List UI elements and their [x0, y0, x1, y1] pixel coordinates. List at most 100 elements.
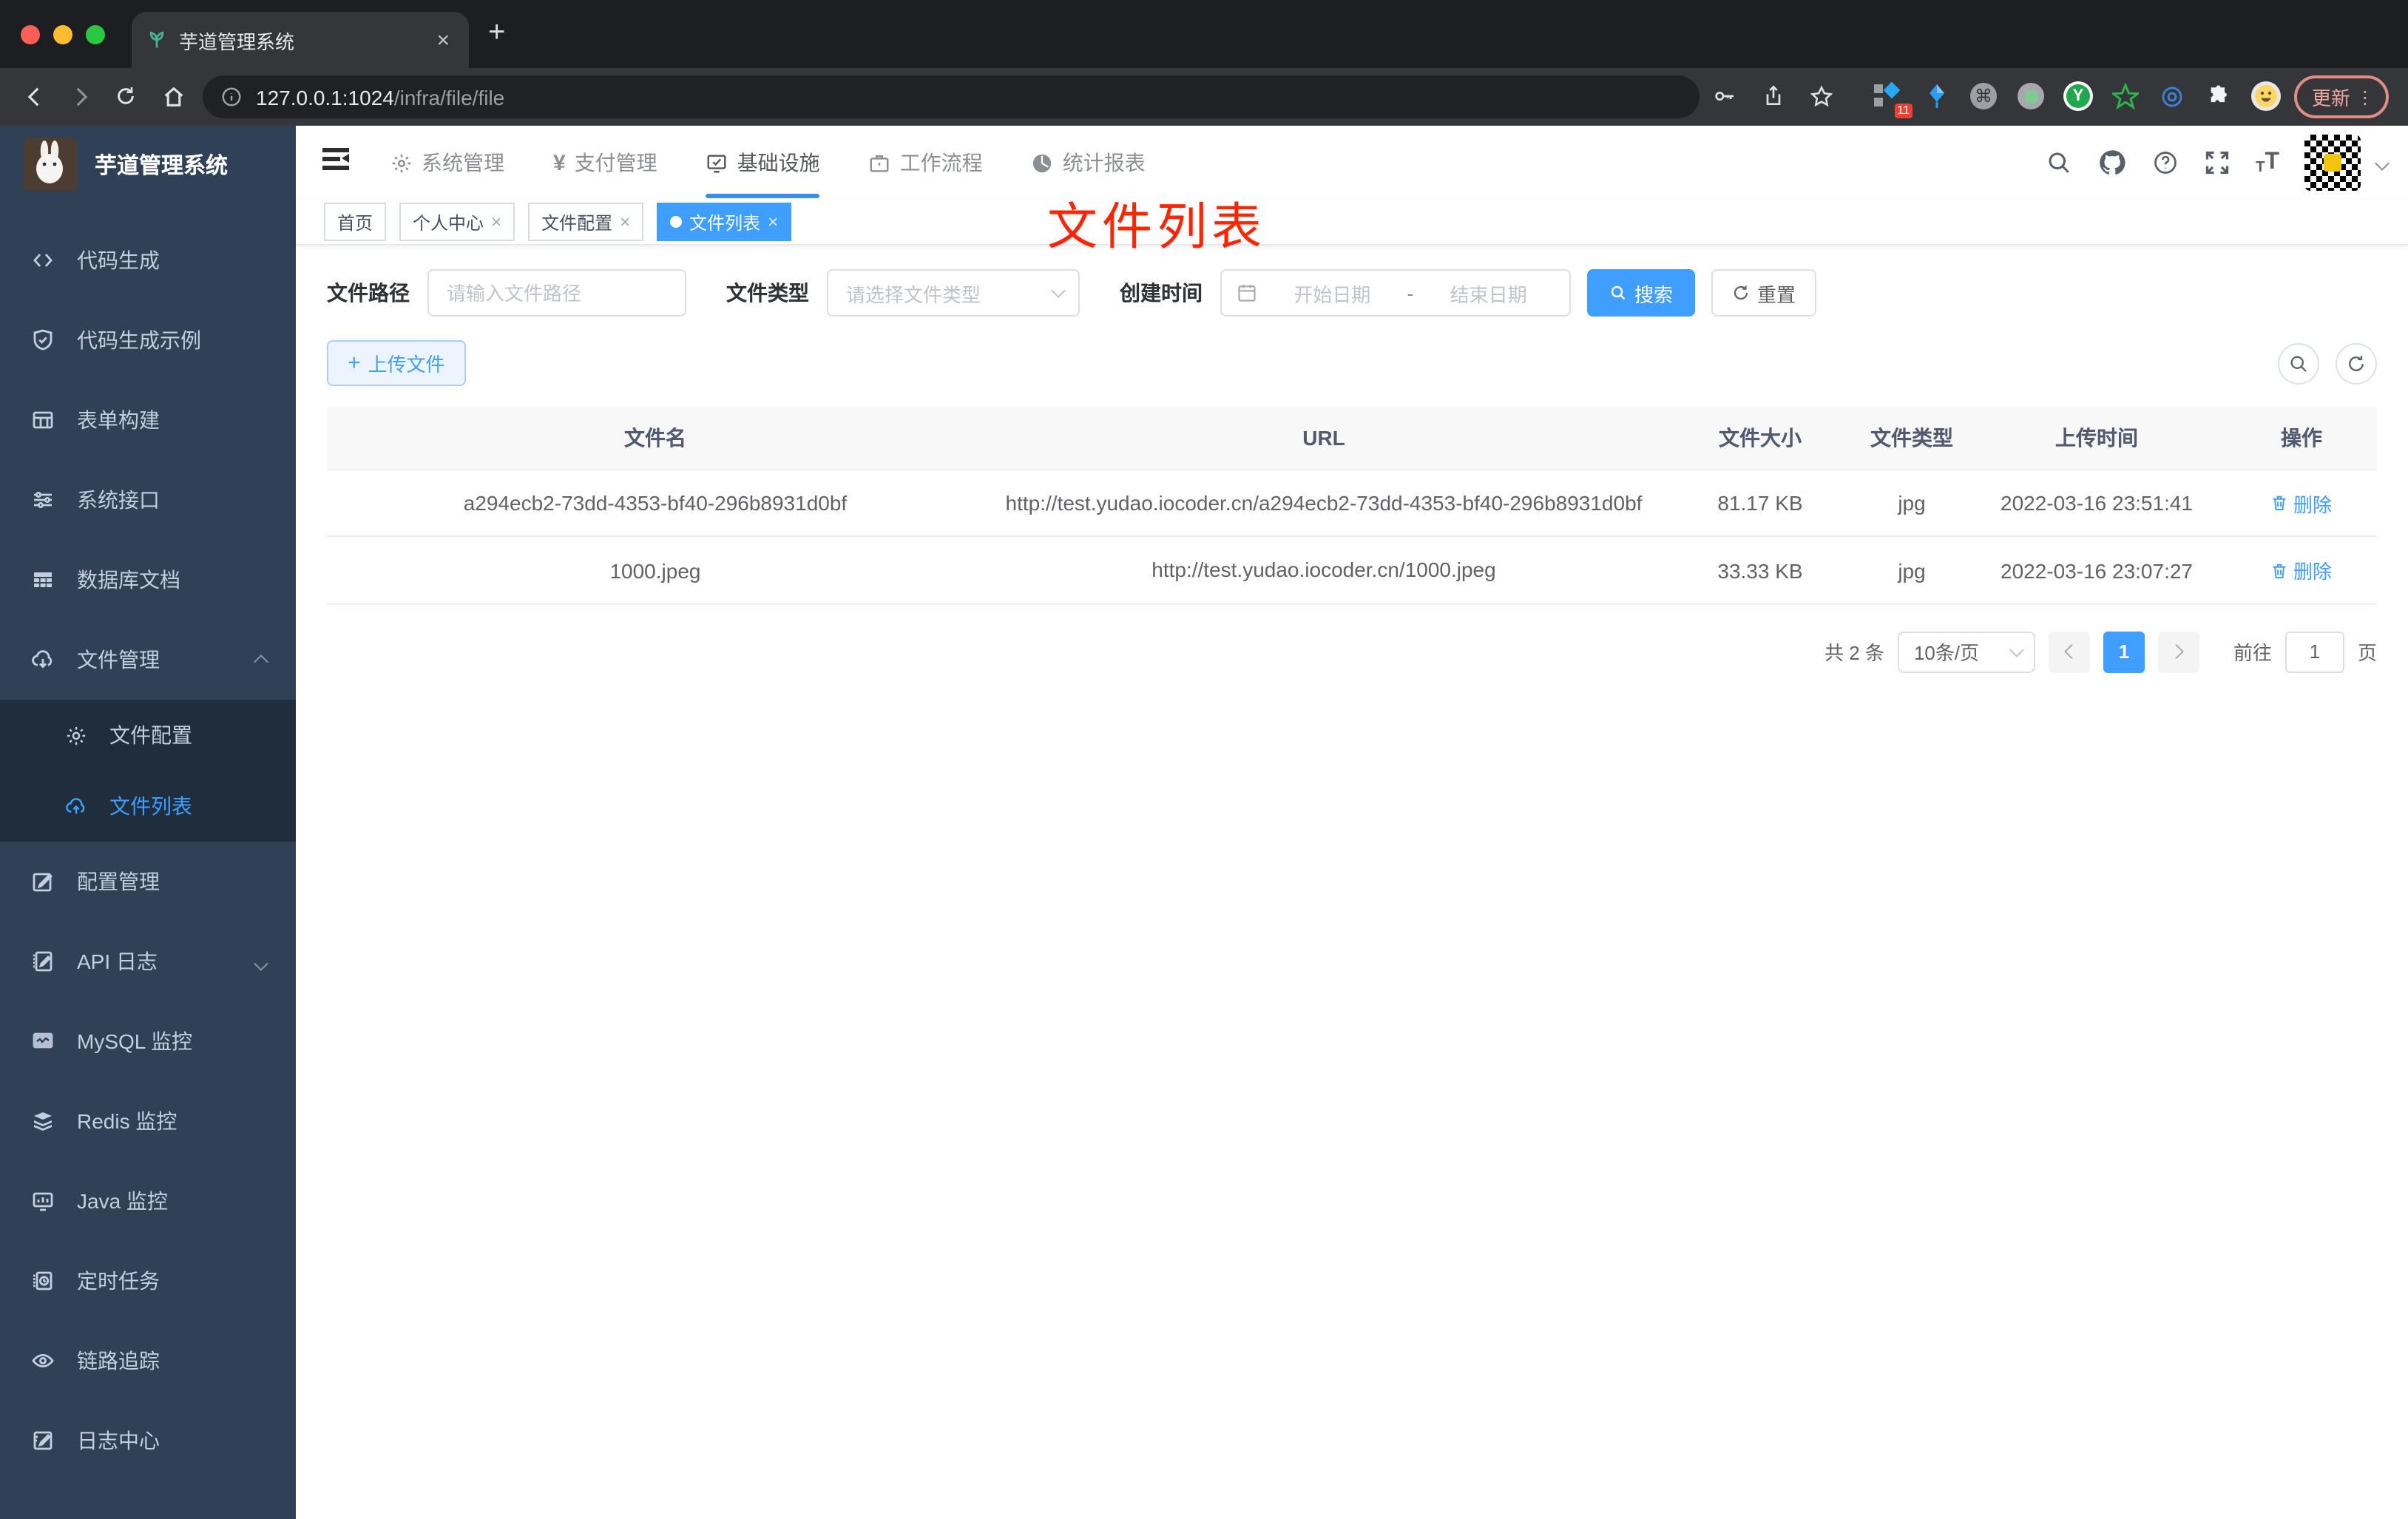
traffic-light-close[interactable]	[21, 25, 40, 44]
sidebar-item-label: 代码生成	[77, 248, 160, 272]
search-icon	[1611, 285, 1626, 300]
nav-infrastructure[interactable]: 基础设施	[706, 126, 820, 200]
file-type-select[interactable]: 请选择文件类型	[827, 269, 1080, 317]
search-button[interactable]: 搜索	[1587, 269, 1696, 317]
sidebar-item-file-list[interactable]: 文件列表	[0, 771, 296, 842]
tag-file-list[interactable]: 文件列表 ×	[657, 203, 792, 241]
refresh-table-button[interactable]	[2336, 342, 2377, 384]
sidebar-item-file-management[interactable]: 文件管理	[0, 620, 296, 700]
app-title: 芋道管理系统	[95, 153, 229, 178]
prev-page-button[interactable]	[2048, 631, 2090, 673]
extension-y-icon[interactable]: Y	[2063, 81, 2093, 111]
reload-icon[interactable]	[109, 80, 142, 112]
goto-page-input[interactable]	[2284, 631, 2344, 673]
user-avatar-qr[interactable]	[2304, 135, 2361, 191]
extension-dot-icon[interactable]	[2016, 81, 2046, 111]
help-icon[interactable]	[2152, 149, 2179, 176]
font-size-icon[interactable]: TT	[2256, 149, 2279, 176]
cell-type: jpg	[1898, 491, 1926, 515]
fullscreen-icon[interactable]	[2204, 149, 2231, 176]
next-page-button[interactable]	[2157, 631, 2199, 673]
briefcase-icon	[870, 155, 890, 172]
extension-eye-icon[interactable]	[2157, 81, 2186, 111]
col-header-type: 文件类型	[1870, 426, 1953, 450]
tab-close-icon[interactable]: ×	[432, 27, 454, 53]
sidebar-item-db-doc[interactable]: 数据库文档	[0, 540, 296, 620]
extension-tampermonkey-icon[interactable]: 11	[1873, 81, 1912, 118]
cell-size: 81.17 KB	[1717, 491, 1803, 515]
tag-close-icon[interactable]: ×	[620, 212, 630, 232]
sidebar-item-code-gen-example[interactable]: 代码生成示例	[0, 300, 296, 380]
back-icon[interactable]	[18, 80, 50, 112]
tag-home[interactable]: 首页	[324, 203, 387, 241]
upload-file-button[interactable]: + 上传文件	[327, 340, 466, 386]
sidebar-item-label: 表单构建	[77, 408, 160, 432]
new-tab-button[interactable]: +	[488, 18, 505, 47]
date-range-picker[interactable]: 开始日期 - 结束日期	[1220, 269, 1571, 317]
browser-menu-icon[interactable]: ⋮	[2356, 87, 2374, 107]
sidebar-item-log-center[interactable]: 日志中心	[0, 1401, 296, 1481]
sidebar-item-mysql-monitor[interactable]: MySQL 监控	[0, 1001, 296, 1081]
traffic-light-zoom[interactable]	[86, 25, 105, 44]
nav-label: 支付管理	[574, 151, 657, 175]
site-info-icon[interactable]	[220, 86, 243, 108]
sidebar-item-java-monitor[interactable]: Java 监控	[0, 1161, 296, 1241]
sidebar-logo[interactable]: 芋道管理系统	[0, 126, 296, 203]
password-key-icon[interactable]	[1708, 80, 1741, 112]
sidebar-item-code-gen[interactable]: 代码生成	[0, 220, 296, 300]
avatar-caret-icon[interactable]	[2375, 155, 2390, 170]
col-header-filename: 文件名	[624, 426, 686, 450]
chrome-update-button[interactable]: 更新 ⋮	[2294, 75, 2389, 118]
sidebar-toggle-icon[interactable]	[322, 148, 349, 175]
delete-button[interactable]: 删除	[2271, 489, 2332, 517]
nav-system-management[interactable]: 系统管理	[390, 126, 504, 200]
page-size-select[interactable]: 10条/页	[1897, 631, 2035, 673]
tag-close-icon[interactable]: ×	[768, 212, 778, 232]
nav-payment-management[interactable]: ¥ 支付管理	[553, 126, 657, 200]
browser-tab-strip: 芋道管理系统 × +	[0, 0, 2408, 68]
profile-avatar-icon[interactable]	[2251, 81, 2281, 111]
reset-button[interactable]: 重置	[1711, 269, 1817, 317]
browser-tab[interactable]: 芋道管理系统 ×	[132, 12, 469, 68]
forward-icon[interactable]	[64, 80, 96, 112]
delete-button[interactable]: 删除	[2271, 556, 2332, 584]
search-label: 搜索	[1634, 283, 1674, 305]
tag-close-icon[interactable]: ×	[491, 212, 501, 232]
extension-star-icon[interactable]	[2111, 81, 2140, 111]
chart-monitor-icon	[33, 1032, 53, 1049]
nav-label: 统计报表	[1062, 151, 1146, 175]
sidebar-item-tracing[interactable]: 链路追踪	[0, 1321, 296, 1401]
address-bar[interactable]: 127.0.0.1:1024/infra/file/file	[203, 75, 1700, 118]
sidebar-item-api-log[interactable]: API 日志	[0, 921, 296, 1001]
search-icon[interactable]	[2046, 149, 2072, 176]
extension-kite-icon[interactable]	[1921, 81, 1951, 111]
github-icon[interactable]	[2097, 148, 2127, 177]
tag-label: 文件配置	[541, 212, 613, 233]
home-icon[interactable]	[157, 80, 189, 112]
extension-command-icon[interactable]: ⌘	[1969, 81, 1998, 111]
cell-time: 2022-03-16 23:07:27	[2001, 558, 2193, 583]
current-page[interactable]: 1	[2103, 631, 2145, 673]
share-icon[interactable]	[1757, 80, 1790, 112]
file-path-input[interactable]	[427, 269, 686, 317]
tag-file-config[interactable]: 文件配置 ×	[528, 203, 644, 241]
tag-label: 首页	[337, 212, 373, 233]
sidebar-item-redis-monitor[interactable]: Redis 监控	[0, 1081, 296, 1161]
chevron-down-icon	[254, 956, 268, 971]
sidebar-item-system-api[interactable]: 系统接口	[0, 460, 296, 540]
table-row: 1000.jpeg http://test.yudao.iocoder.cn/1…	[327, 538, 2377, 605]
nav-workflow[interactable]: 工作流程	[869, 126, 983, 200]
file-type-label: 文件类型	[726, 281, 809, 305]
sidebar-item-form-builder[interactable]: 表单构建	[0, 380, 296, 460]
col-header-size: 文件大小	[1719, 426, 1802, 450]
extensions-puzzle-icon[interactable]	[2204, 81, 2233, 111]
traffic-light-minimize[interactable]	[53, 25, 72, 44]
date-end-placeholder[interactable]: 结束日期	[1422, 279, 1555, 307]
toggle-search-button[interactable]	[2278, 342, 2319, 384]
tag-profile[interactable]: 个人中心 ×	[399, 203, 515, 241]
bookmark-star-icon[interactable]	[1805, 80, 1837, 112]
date-start-placeholder[interactable]: 开始日期	[1266, 279, 1399, 307]
sidebar-item-file-config[interactable]: 文件配置	[0, 700, 296, 771]
sidebar-item-scheduled-tasks[interactable]: 定时任务	[0, 1241, 296, 1321]
sidebar-item-config-management[interactable]: 配置管理	[0, 842, 296, 921]
